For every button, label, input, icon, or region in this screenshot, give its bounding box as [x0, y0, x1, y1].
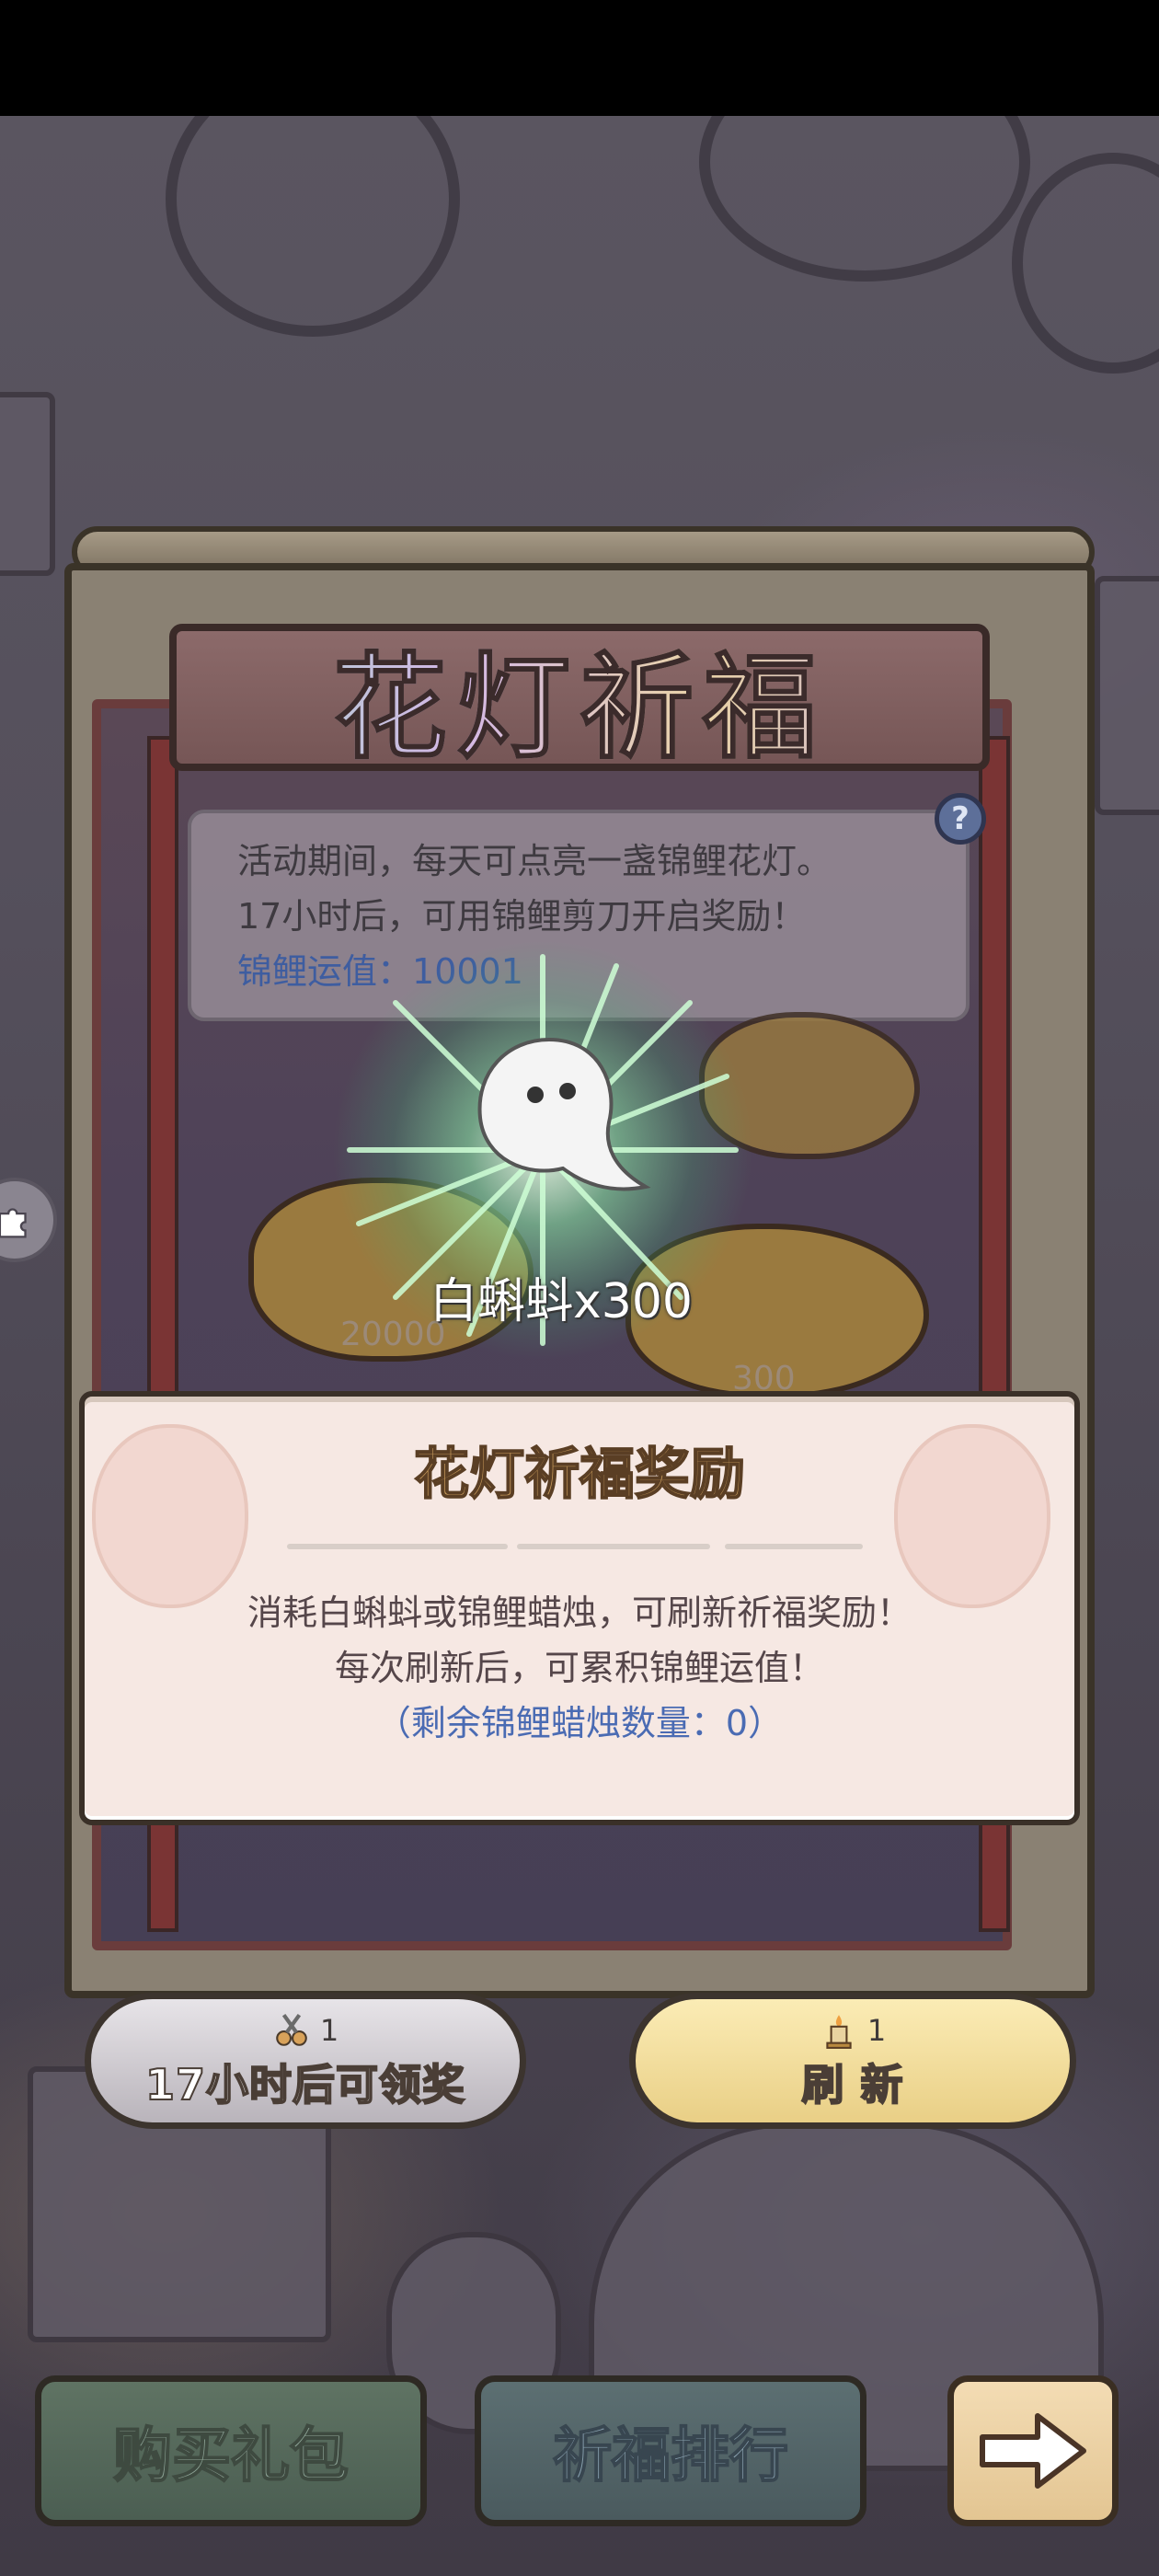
- next-button[interactable]: [947, 2375, 1119, 2526]
- remaining-candles: （剩余锦鲤蜡烛数量：0）: [375, 1703, 784, 1743]
- reward-dialog: 花灯祈福奖励 消耗白蝌蚪或锦鲤蜡烛，可刷新祈福奖励！ 每次刷新后，可累积锦鲤运值…: [79, 1391, 1080, 1825]
- refresh-cost-count: 1: [866, 2013, 887, 2048]
- refresh-button-label: 刷 新: [800, 2059, 904, 2110]
- background-pipe: [166, 116, 460, 337]
- candle-icon: [826, 2015, 852, 2049]
- page-title: 花灯祈福: [169, 624, 990, 776]
- background-block: [1095, 576, 1159, 815]
- dialog-divider: [725, 1544, 863, 1549]
- dialog-divider: [517, 1544, 710, 1549]
- claim-button[interactable]: 1 17小时后可领奖: [85, 1993, 526, 2129]
- background-block: [0, 392, 55, 576]
- blessing-ranking-button[interactable]: 祈福排行: [475, 2375, 866, 2526]
- dialog-divider: [287, 1544, 508, 1549]
- puzzle-icon: [0, 1208, 27, 1238]
- reward-label: 白蝌蚪x300: [429, 1274, 694, 1329]
- dialog-line-1: 消耗白蝌蚪或锦鲤蜡烛，可刷新祈福奖励！: [247, 1593, 912, 1633]
- dialog-line-2: 每次刷新后，可累积锦鲤运值！: [334, 1648, 824, 1688]
- dialog-title: 花灯祈福奖励: [413, 1442, 746, 1508]
- scissors-icon: [276, 2013, 307, 2046]
- claim-cost-count: 1: [319, 2013, 339, 2048]
- claim-cost: 1: [272, 2009, 339, 2052]
- background-pipe: [1012, 153, 1159, 374]
- status-bar: [0, 0, 1159, 116]
- claim-button-label: 17小时后可领奖: [144, 2059, 465, 2110]
- refresh-cost: 1: [820, 2009, 886, 2052]
- info-line-2: 17小时后，可用锦鲤剪刀开启奖励！: [237, 896, 807, 937]
- help-icon[interactable]: ?: [935, 793, 986, 845]
- info-line-1: 活动期间，每天可点亮一盏锦鲤花灯。: [237, 841, 832, 881]
- ghost-tadpole-icon: [477, 1037, 651, 1191]
- background-pipe: [699, 116, 1030, 282]
- arrow-right-icon: [980, 2413, 1086, 2489]
- refresh-button[interactable]: 1 刷 新: [629, 1993, 1076, 2129]
- buy-gift-pack-button[interactable]: 购买礼包: [35, 2375, 427, 2526]
